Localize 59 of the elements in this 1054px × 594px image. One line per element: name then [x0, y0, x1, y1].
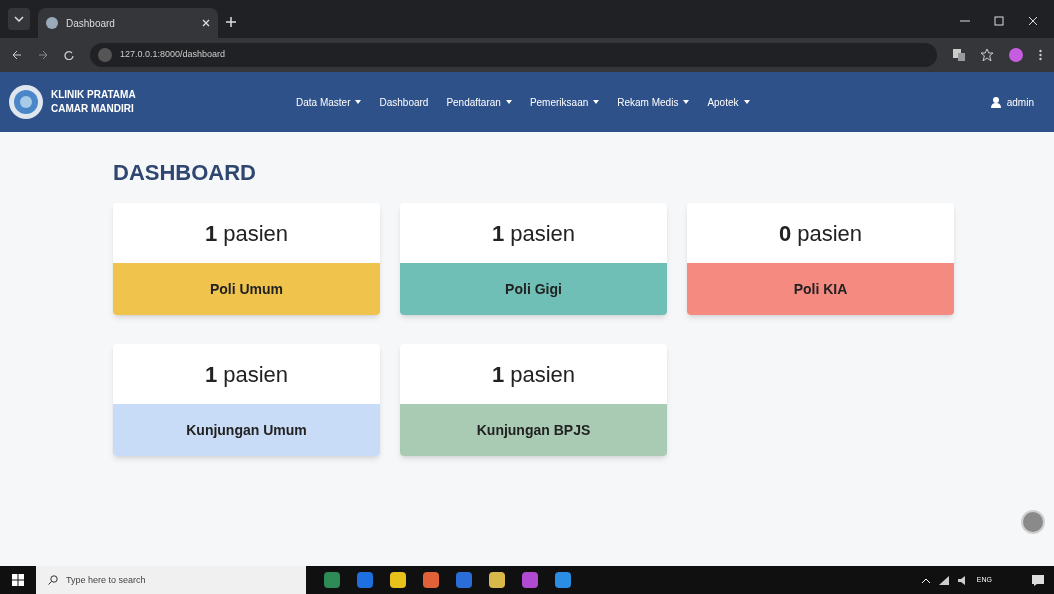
network-icon[interactable]	[938, 575, 949, 585]
patient-count: 1 pasien	[113, 203, 380, 263]
new-tab-icon[interactable]	[226, 17, 236, 27]
folder-app-icon[interactable]	[489, 572, 505, 588]
windows-icon	[12, 574, 24, 586]
taskbar-search-field[interactable]: Type here to search	[36, 566, 306, 594]
maximize-icon[interactable]	[994, 16, 1004, 26]
profile-avatar[interactable]	[1009, 48, 1023, 62]
caret-icon	[505, 100, 512, 104]
user-icon	[990, 96, 1001, 108]
caret-icon	[743, 100, 750, 104]
nav-link[interactable]: Dashboard	[379, 94, 429, 110]
nav-dropdown[interactable]: Rekam Medis	[617, 94, 690, 110]
chevron-icon	[14, 16, 24, 22]
clinic-label: Poli Umum	[113, 263, 380, 315]
browser-app-icon[interactable]	[357, 572, 373, 588]
caret-icon	[683, 100, 690, 104]
patient-count: 1 pasien	[113, 344, 380, 404]
notification-icon[interactable]	[1032, 574, 1044, 586]
caret-icon	[355, 100, 362, 104]
tab-title: Dashboard	[66, 16, 116, 31]
page-heading: DASHBOARD	[113, 159, 257, 187]
search-icon	[48, 575, 58, 585]
forward-icon[interactable]	[38, 50, 48, 60]
store-app-icon[interactable]	[522, 572, 538, 588]
chevron-up-icon[interactable]	[921, 577, 930, 583]
tab-search-button[interactable]	[8, 8, 30, 30]
clinic-label: Poli KIA	[687, 263, 954, 315]
back-icon[interactable]	[12, 50, 22, 60]
clinic-logo-icon	[8, 84, 44, 120]
reload-icon[interactable]	[64, 50, 74, 60]
patient-count: 0 pasien	[687, 203, 954, 263]
notes-app-icon[interactable]	[390, 572, 406, 588]
office-app-icon[interactable]	[423, 572, 439, 588]
code-editor-app-icon[interactable]	[555, 572, 571, 588]
star-icon[interactable]	[981, 49, 993, 61]
patient-count: 1 pasien	[400, 344, 667, 404]
clinic-label: Poli Gigi	[400, 263, 667, 315]
clinic-label: Kunjungan BPJS	[400, 404, 667, 456]
caret-icon	[593, 100, 600, 104]
brand-name: CAMAR MANDIRI	[51, 102, 135, 116]
more-icon[interactable]	[1039, 49, 1042, 61]
spreadsheet-app-icon[interactable]	[324, 572, 340, 588]
browser-tab[interactable]: Dashboard	[38, 8, 218, 38]
patient-count: 1 pasien	[400, 203, 667, 263]
translate-icon[interactable]	[953, 49, 965, 61]
nav-dropdown[interactable]: Pendaftaran	[446, 94, 512, 110]
nav-dropdown[interactable]: Apotek	[707, 94, 750, 110]
close-icon[interactable]	[1028, 16, 1038, 26]
nav-dropdown[interactable]: Data Master	[296, 94, 362, 110]
document-app-icon[interactable]	[456, 572, 472, 588]
clinic-label: Kunjungan Umum	[113, 404, 380, 456]
nav-dropdown[interactable]: Pemeriksaan	[529, 94, 600, 110]
brand-name: KLINIK PRATAMA	[51, 88, 137, 102]
close-icon[interactable]	[202, 19, 210, 27]
speaker-icon[interactable]	[957, 575, 968, 585]
user-menu[interactable]: admin	[990, 94, 1034, 110]
address-bar[interactable]: 127.0.0.1:8000/dashboard	[90, 43, 937, 67]
url-text: 127.0.0.1:8000/dashboard	[120, 48, 226, 62]
